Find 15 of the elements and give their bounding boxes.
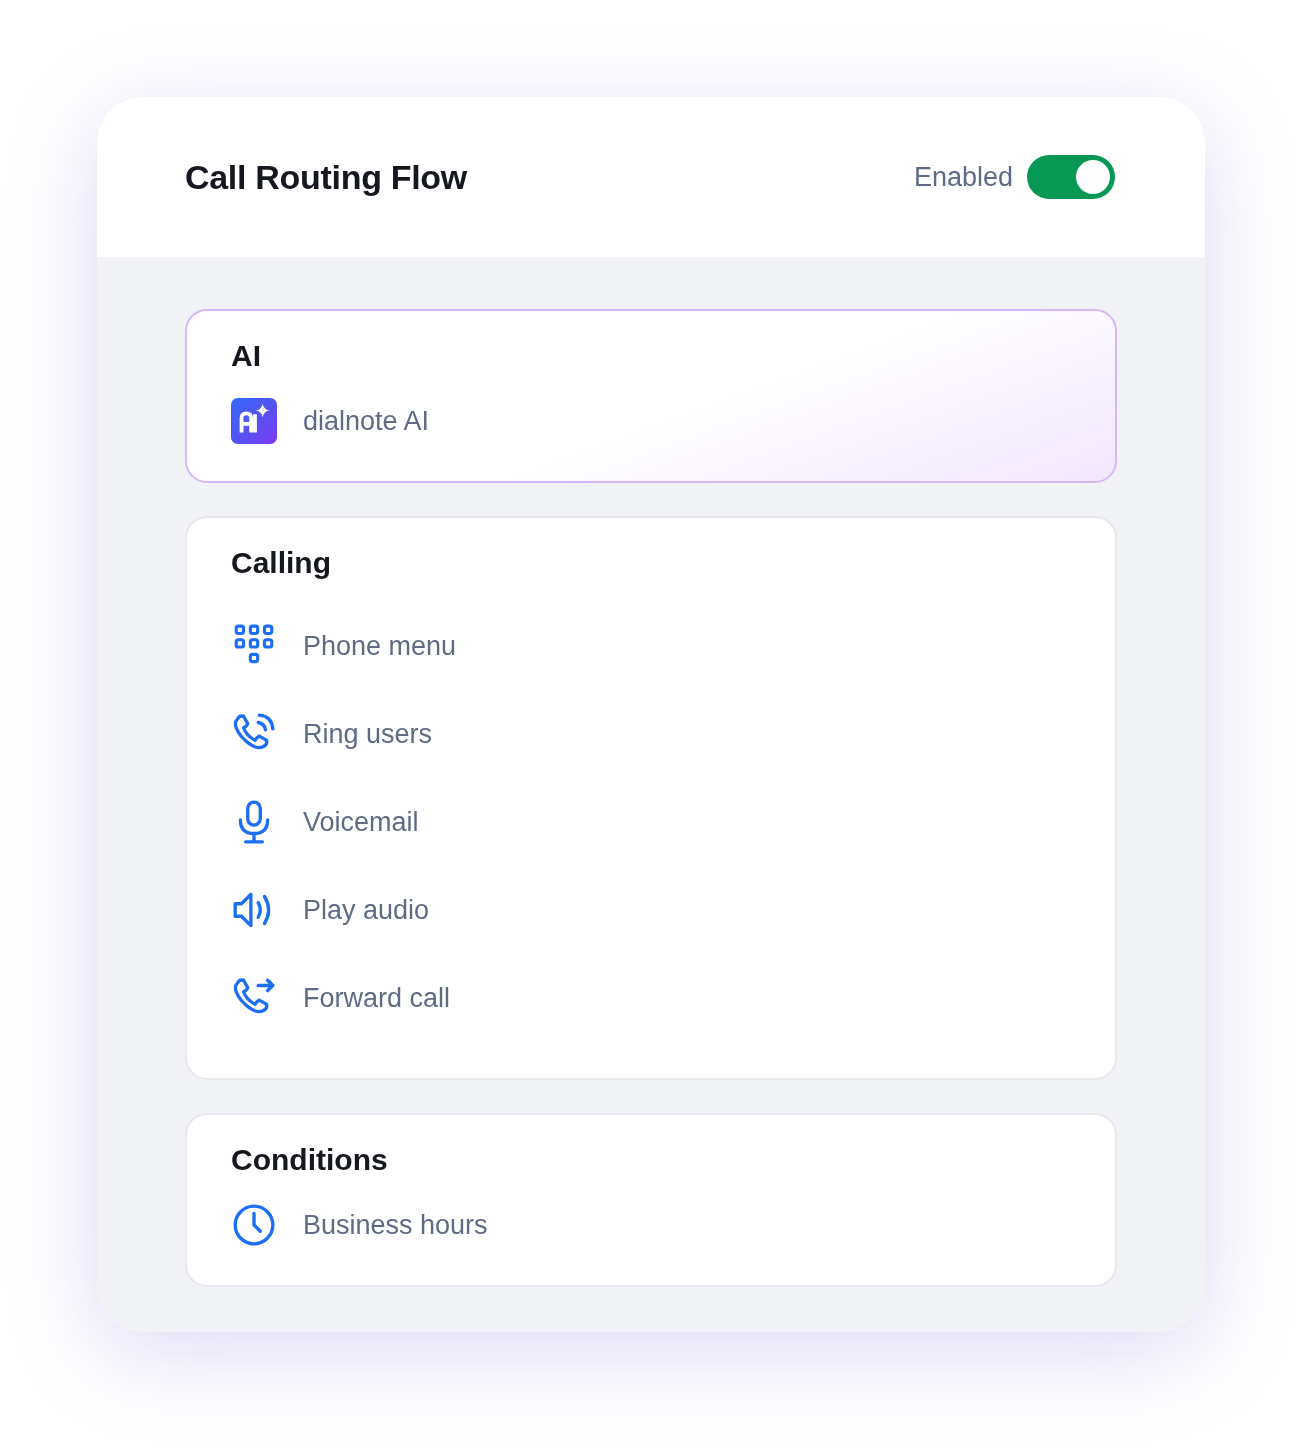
option-label[interactable]: Ring users: [303, 718, 433, 750]
option-label[interactable]: dialnote AI: [303, 405, 430, 437]
section-title: AI: [231, 339, 262, 373]
section-title: Conditions: [231, 1143, 389, 1177]
section-title: Calling: [231, 546, 332, 580]
enabled-toggle[interactable]: [1027, 155, 1115, 199]
option-label[interactable]: Phone menu: [303, 630, 457, 662]
option-label[interactable]: Play audio: [303, 894, 430, 926]
option-label[interactable]: Voicemail: [303, 806, 419, 838]
option-label[interactable]: Forward call: [303, 982, 451, 1014]
sparkle-badge-icon: [231, 398, 277, 444]
toggle-label: Enabled: [913, 161, 1013, 193]
panel-title: Call Routing Flow: [185, 157, 467, 197]
option-label[interactable]: Business hours: [303, 1209, 488, 1241]
clock-icon: [231, 1202, 277, 1248]
